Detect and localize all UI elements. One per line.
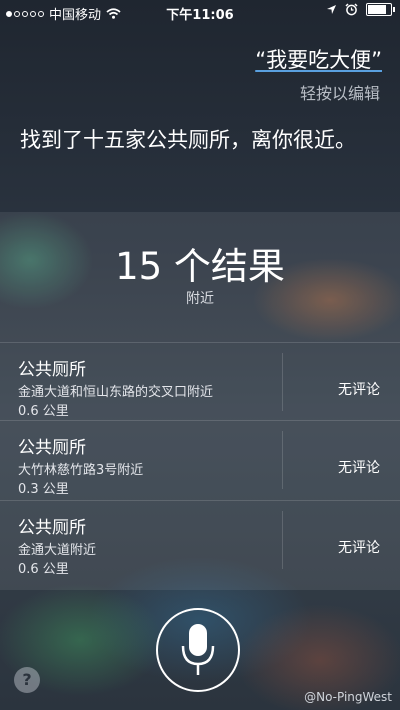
status-right <box>326 3 395 16</box>
siri-answer: 找到了十五家公共厕所，离你很近。 <box>20 128 356 152</box>
results-subtitle: 附近 <box>186 291 214 307</box>
row-divider <box>282 431 283 489</box>
result-row[interactable]: 公共厕所 金通大道附近 0.6 公里 无评论 <box>0 500 400 579</box>
status-bar: 中国移动 下午11:06 <box>0 0 400 24</box>
battery-icon <box>366 3 395 16</box>
place-reviews: 无评论 <box>338 460 380 476</box>
siri-screen: 中国移动 下午11:06 “我要吃大便” 轻按以编辑 找到了十五家公共厕所，离你… <box>0 0 400 710</box>
place-reviews: 无评论 <box>338 382 380 398</box>
results-card: 15 个结果 附近 公共厕所 金通大道和恒山东路的交叉口附近 0.6 公里 无评… <box>0 212 400 590</box>
place-distance: 0.6 公里 <box>18 404 69 419</box>
row-divider <box>282 511 283 569</box>
row-divider <box>282 353 283 411</box>
microphone-icon <box>181 624 215 675</box>
place-distance: 0.3 公里 <box>18 482 69 497</box>
place-address: 金通大道附近 <box>18 543 97 558</box>
place-address: 大竹林慈竹路3号附近 <box>18 463 144 478</box>
alarm-clock-icon <box>345 3 358 16</box>
place-reviews: 无评论 <box>338 540 380 556</box>
place-name: 公共厕所 <box>18 518 86 538</box>
place-name: 公共厕所 <box>18 438 86 458</box>
microphone-button[interactable] <box>156 608 240 692</box>
place-distance: 0.6 公里 <box>18 562 69 577</box>
result-row[interactable]: 公共厕所 金通大道和恒山东路的交叉口附近 0.6 公里 无评论 <box>0 342 400 421</box>
spoken-query[interactable]: “我要吃大便” <box>255 44 382 74</box>
help-button[interactable]: ? <box>14 667 40 693</box>
watermark: @No-PingWest <box>304 690 392 704</box>
query-text: “我要吃大便” <box>255 48 382 72</box>
result-count: 15 个结果 <box>115 245 285 288</box>
place-name: 公共厕所 <box>18 360 86 380</box>
tap-to-edit-hint[interactable]: 轻按以编辑 <box>300 80 380 104</box>
result-row[interactable]: 公共厕所 大竹林慈竹路3号附近 0.3 公里 无评论 <box>0 420 400 499</box>
place-address: 金通大道和恒山东路的交叉口附近 <box>18 385 214 400</box>
location-arrow-icon <box>327 5 336 14</box>
